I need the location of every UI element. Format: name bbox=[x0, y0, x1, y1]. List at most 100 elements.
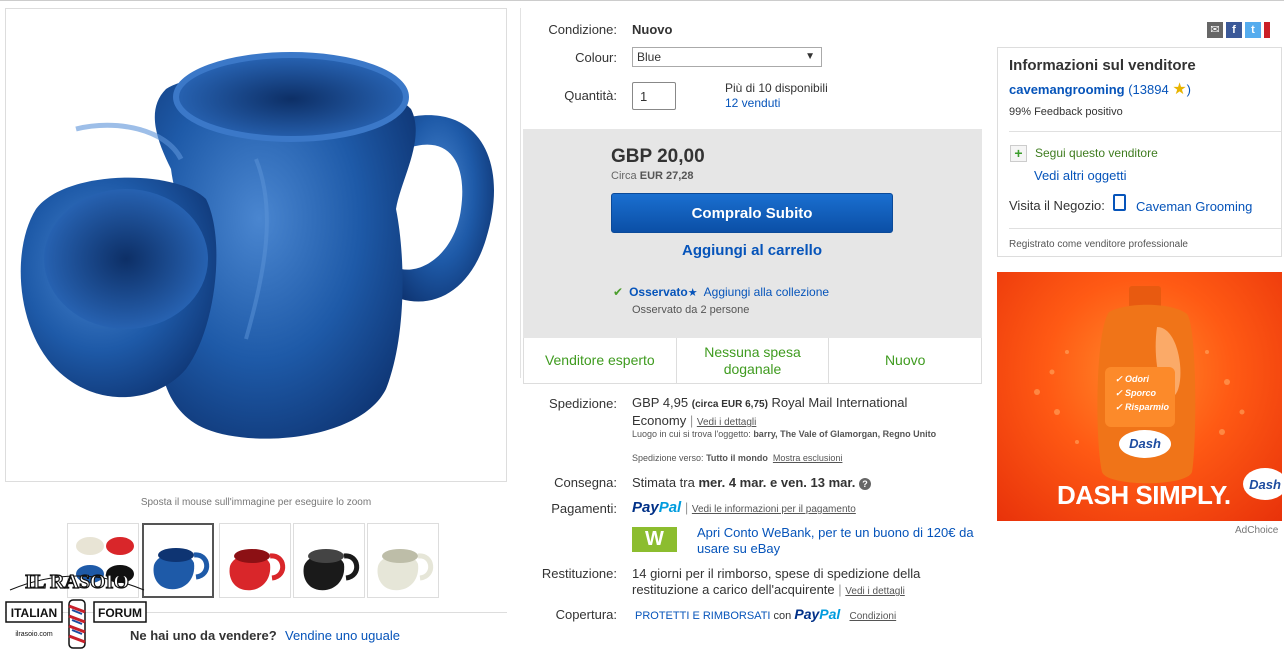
seller-name-row: cavemangrooming (13894 ★) bbox=[1009, 81, 1192, 98]
badge-new: Nuovo bbox=[828, 338, 981, 383]
divider bbox=[1009, 228, 1281, 229]
thumbnail-red[interactable] bbox=[219, 523, 291, 598]
mail-icon[interactable]: ✉ bbox=[1207, 22, 1223, 38]
divider bbox=[1009, 131, 1281, 132]
feedback-score-link[interactable]: (13894 bbox=[1128, 82, 1168, 97]
svg-text:✓ Sporco: ✓ Sporco bbox=[1115, 388, 1157, 398]
conditions-link[interactable]: Condizioni bbox=[849, 611, 896, 622]
condition-label: Condizione: bbox=[548, 22, 617, 37]
thumbnail-blue[interactable] bbox=[142, 523, 214, 598]
sell-similar-link[interactable]: Vendine uno uguale bbox=[285, 628, 400, 643]
feedback-percent: 99% Feedback positivo bbox=[1009, 106, 1123, 118]
ship-to-value: Tutto il mondo bbox=[706, 453, 768, 463]
delivery-prefix: Stimata tra bbox=[632, 475, 695, 490]
delivery-dates: mer. 4 mar. e ven. 13 mar. bbox=[698, 475, 856, 490]
watch-row: ✔ Osservato★ Aggiungi alla collezione bbox=[613, 285, 829, 299]
registered-seller: Registrato come venditore professionale bbox=[1009, 239, 1188, 250]
colour-selected-value: Blue bbox=[637, 50, 662, 64]
payment-info-link[interactable]: Vedi le informazioni per il pagamento bbox=[692, 504, 856, 515]
svg-text:Dash: Dash bbox=[1129, 436, 1161, 451]
store-icon bbox=[1113, 194, 1126, 211]
svg-text:ilrasoio.com: ilrasoio.com bbox=[15, 631, 53, 638]
shipping-price: GBP 4,95 bbox=[632, 395, 689, 410]
svg-text:✓ Odori: ✓ Odori bbox=[1115, 374, 1150, 384]
other-items-link[interactable]: Vedi altri oggetti bbox=[1034, 168, 1127, 183]
payments-label: Pagamenti: bbox=[551, 501, 617, 516]
main-product-image[interactable] bbox=[5, 8, 507, 482]
coverage-label: Copertura: bbox=[555, 607, 617, 622]
buy-now-button[interactable]: Compralo Subito bbox=[611, 193, 893, 233]
location-label: Luogo in cui si trova l'oggetto: bbox=[632, 429, 751, 439]
ship-to-label: Spedizione verso: bbox=[632, 453, 704, 463]
sold-count-link[interactable]: 12 venduti bbox=[725, 96, 780, 110]
badges-row: Venditore esperto Nessuna spesa doganale… bbox=[523, 338, 982, 384]
top-border bbox=[0, 0, 1284, 1]
item-location: Luogo in cui si trova l'oggetto: barry, … bbox=[632, 429, 972, 440]
condition-value: Nuovo bbox=[632, 22, 673, 37]
returns-label: Restituzione: bbox=[541, 566, 617, 581]
svg-text:✓ Risparmio: ✓ Risparmio bbox=[1115, 402, 1170, 412]
svg-text:Dash: Dash bbox=[1249, 477, 1281, 492]
il-rasoio-watermark-logo: IL RASOIO ITALIAN FORUM ilrasoio.com bbox=[2, 560, 152, 660]
facebook-icon[interactable]: f bbox=[1226, 22, 1242, 38]
pinterest-icon[interactable] bbox=[1264, 22, 1270, 38]
price: GBP 20,00 bbox=[611, 146, 705, 167]
thumbnail-image bbox=[303, 549, 360, 591]
coverage-text: PROTETTI E RIMBORSATI bbox=[635, 610, 771, 622]
shipping-label: Spedizione: bbox=[549, 396, 617, 411]
paypal-logo: PayPal | Vedi le informazioni per il pag… bbox=[632, 499, 856, 516]
thumbnail-black[interactable] bbox=[293, 523, 365, 598]
store-link[interactable]: Caveman Grooming bbox=[1136, 199, 1252, 214]
store-label: Visita il Negozio: bbox=[1009, 198, 1105, 213]
delivery-label: Consegna: bbox=[554, 475, 617, 490]
webank-promo-link[interactable]: Apri Conto WeBank, per te un buono di 12… bbox=[697, 525, 982, 557]
badge-top-seller: Venditore esperto bbox=[544, 352, 655, 368]
returns-value: 14 giorni per il rimborso, spese di sped… bbox=[632, 566, 921, 597]
quantity-input[interactable]: 1 bbox=[632, 82, 676, 110]
shipping-circa: (circa EUR 6,75) bbox=[691, 399, 768, 410]
blue-shaving-mug-image bbox=[20, 52, 495, 439]
quantity-label: Quantità: bbox=[564, 88, 617, 103]
follow-plus-icon[interactable]: + bbox=[1010, 145, 1027, 162]
circa-label: Circa bbox=[611, 170, 637, 182]
circa-value: EUR 27,28 bbox=[639, 170, 694, 182]
svg-text:IL RASOIO: IL RASOIO bbox=[25, 571, 129, 593]
colour-select[interactable]: Blue ▼ bbox=[632, 47, 822, 67]
location-value: barry, The Vale of Glamorgan, Regno Unit… bbox=[753, 429, 937, 439]
ship-to: Spedizione verso: Tutto il mondo Mostra … bbox=[632, 453, 972, 463]
ad-slogan: DASH SIMPLY. bbox=[1057, 480, 1231, 510]
colour-label: Colour: bbox=[575, 50, 617, 65]
shipping-details-link[interactable]: Vedi i dettagli bbox=[697, 417, 757, 428]
svg-text:FORUM: FORUM bbox=[98, 606, 142, 620]
webank-logo: W bbox=[632, 527, 677, 552]
svg-text:ITALIAN: ITALIAN bbox=[11, 606, 57, 620]
thumbnail-image bbox=[229, 549, 286, 591]
checkmark-icon: ✔ bbox=[613, 285, 624, 299]
seller-name-link[interactable]: cavemangrooming bbox=[1009, 82, 1125, 97]
add-to-collection-link[interactable]: Aggiungi alla collezione bbox=[704, 285, 829, 299]
add-to-cart-link[interactable]: Aggiungi al carrello bbox=[611, 242, 893, 259]
thumbnail-image bbox=[377, 549, 434, 591]
dropdown-arrow-icon: ▼ bbox=[805, 51, 815, 62]
coverage-value: PROTETTI E RIMBORSATI con PayPal Condizi… bbox=[635, 606, 897, 622]
availability-text: Più di 10 disponibili bbox=[725, 81, 828, 95]
thumbnail-cream[interactable] bbox=[367, 523, 439, 598]
twitter-icon[interactable]: t bbox=[1245, 22, 1261, 38]
paypal-logo-small: Pay bbox=[794, 606, 820, 622]
exclusions-link[interactable]: Mostra esclusioni bbox=[773, 453, 843, 463]
delivery-value: Stimata tra mer. 4 mar. e ven. 13 mar. ? bbox=[632, 475, 871, 490]
badge-no-customs: Nessuna spesa doganale bbox=[675, 338, 829, 383]
watch-count: Osservato da 2 persone bbox=[632, 304, 750, 316]
help-icon[interactable]: ? bbox=[858, 477, 871, 490]
star-rating-icon[interactable]: ★ bbox=[1172, 81, 1186, 98]
thumbnail-image bbox=[153, 548, 210, 590]
returns-details-link[interactable]: Vedi i dettagli bbox=[845, 586, 905, 597]
share-icons: ✉ f t bbox=[1207, 22, 1270, 38]
follow-seller-link[interactable]: Segui questo venditore bbox=[1035, 146, 1158, 160]
zoom-hint: Sposta il mouse sull'immagine per esegui… bbox=[140, 497, 372, 508]
seller-info-title: Informazioni sul venditore bbox=[1009, 57, 1196, 74]
adchoices-link[interactable]: AdChoice bbox=[1235, 525, 1278, 536]
converted-price: Circa EUR 27,28 bbox=[611, 170, 694, 182]
watched-link[interactable]: Osservato bbox=[629, 285, 688, 299]
star-icon: ★ bbox=[687, 287, 698, 299]
